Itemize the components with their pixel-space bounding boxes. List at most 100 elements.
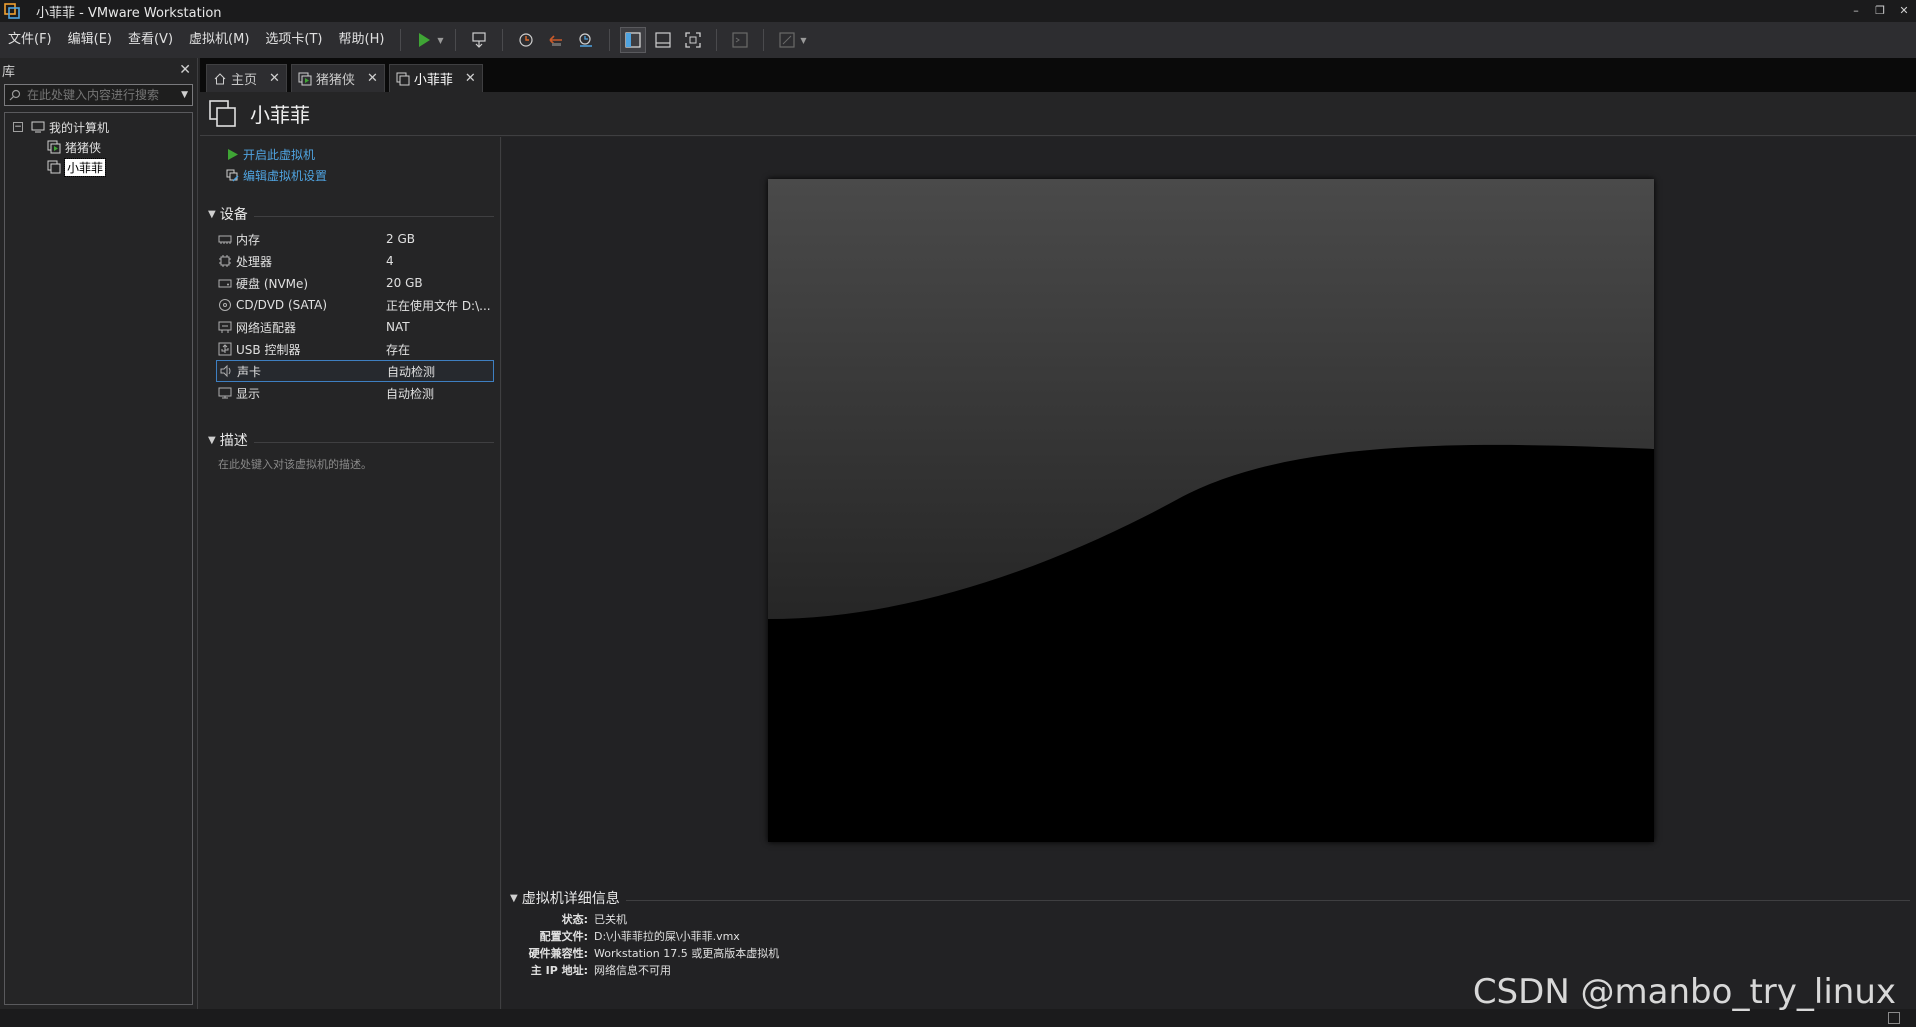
- tree-item-vm[interactable]: 小菲菲: [5, 157, 192, 177]
- tree-item-vm[interactable]: 猪猪侠: [5, 137, 192, 157]
- toolbar-separator: [763, 29, 765, 51]
- divider: [253, 441, 494, 443]
- edit-settings-link[interactable]: 编辑虚拟机设置: [200, 165, 500, 186]
- restore-icon[interactable]: ❐: [1874, 5, 1886, 17]
- device-row-cdrom[interactable]: CD/DVD (SATA) 正在使用文件 D:\...: [216, 294, 494, 316]
- window-title: 小菲菲 - VMware Workstation: [36, 5, 222, 21]
- tab-home[interactable]: 主页 ✕: [206, 64, 287, 92]
- details-section-header[interactable]: ▼ 虚拟机详细信息: [510, 888, 1910, 908]
- console-view-button[interactable]: [727, 27, 753, 53]
- menu-edit[interactable]: 编辑(E): [60, 22, 120, 58]
- device-value: 自动检测: [386, 386, 435, 401]
- device-name: 网络适配器: [236, 320, 297, 335]
- power-on-link[interactable]: 开启此虚拟机: [200, 144, 500, 165]
- edit-settings-icon: [226, 169, 239, 182]
- toolbar-separator: [716, 29, 718, 51]
- menu-help[interactable]: 帮助(H): [331, 22, 393, 58]
- snapshot-manager-button[interactable]: [573, 27, 599, 53]
- watermark: CSDN @manbo_try_linux: [1472, 972, 1896, 1012]
- library-search[interactable]: ▼: [4, 84, 193, 106]
- close-icon[interactable]: ✕: [179, 62, 191, 78]
- tab-strip: 主页 ✕ 猪猪侠 ✕ 小菲菲 ✕: [200, 58, 1916, 92]
- close-icon[interactable]: ✕: [367, 71, 378, 86]
- vm-running-icon: [47, 140, 61, 154]
- collapse-toggle-icon[interactable]: −: [13, 122, 23, 132]
- device-name: 内存: [236, 232, 261, 247]
- tree-item-my-computer[interactable]: − 我的计算机: [5, 117, 192, 137]
- description-section-header[interactable]: ▼ 描述: [208, 430, 494, 450]
- show-library-button[interactable]: [620, 27, 647, 53]
- thumbnail-bar-button[interactable]: [650, 27, 676, 53]
- chevron-down-icon[interactable]: ▼: [181, 90, 188, 100]
- close-icon[interactable]: ✕: [465, 71, 476, 86]
- detail-row-config-file: 配置文件: D:\小菲菲拉的屎\小菲菲.vmx: [510, 927, 1910, 944]
- fullscreen-icon: [685, 32, 702, 48]
- unity-button[interactable]: [774, 27, 800, 53]
- menu-vm[interactable]: 虚拟机(M): [181, 22, 257, 58]
- home-icon: [214, 72, 226, 84]
- devices-section-header[interactable]: ▼ 设备: [208, 204, 494, 224]
- vm-running-icon: [298, 72, 312, 85]
- device-row-cpu[interactable]: 处理器 4: [216, 250, 494, 272]
- unity-dropdown-icon[interactable]: ▼: [800, 36, 810, 45]
- snapshot-revert-icon: [549, 35, 563, 46]
- library-view-icon: [625, 32, 642, 48]
- collapse-triangle-icon: ▼: [510, 892, 518, 904]
- device-row-display[interactable]: 显示 自动检测: [216, 382, 494, 404]
- menu-view[interactable]: 查看(V): [120, 22, 181, 58]
- harddisk-icon: [218, 279, 232, 288]
- power-on-label: 开启此虚拟机: [243, 148, 316, 162]
- fullscreen-button[interactable]: [680, 27, 706, 53]
- tree-label: 我的计算机: [49, 120, 110, 135]
- close-icon[interactable]: ✕: [1898, 5, 1910, 17]
- library-header: 库 ✕: [0, 58, 197, 82]
- device-value: 存在: [386, 342, 411, 357]
- device-value: 正在使用文件 D:\...: [386, 298, 491, 313]
- device-name: 声卡: [237, 364, 262, 379]
- tree-label: 猪猪侠: [65, 140, 102, 155]
- display-icon: [218, 387, 232, 399]
- device-row-usb[interactable]: USB 控制器 存在: [216, 338, 494, 360]
- send-ctrl-alt-del-button[interactable]: [466, 27, 492, 53]
- power-dropdown-icon[interactable]: ▼: [437, 36, 447, 45]
- description-field[interactable]: 在此处键入对该虚拟机的描述。: [218, 456, 500, 472]
- message-log-icon[interactable]: [1888, 1012, 1900, 1024]
- window-controls: – ❐ ✕: [1850, 0, 1910, 22]
- search-input[interactable]: [27, 88, 182, 102]
- device-row-sound[interactable]: 声卡 自动检测: [216, 360, 494, 382]
- tab-label: 猪猪侠: [315, 73, 355, 88]
- revert-snapshot-button[interactable]: [543, 27, 569, 53]
- power-on-button[interactable]: [411, 27, 437, 53]
- device-list: 内存 2 GB 处理器 4 硬盘 (NVMe) 20 GB CD/DVD (SA…: [200, 228, 500, 404]
- device-name: 处理器: [236, 254, 273, 269]
- device-value: 20 GB: [386, 276, 423, 290]
- sound-icon: [220, 364, 231, 378]
- cpu-icon: [219, 255, 231, 267]
- device-row-network[interactable]: 网络适配器 NAT: [216, 316, 494, 338]
- device-value: NAT: [386, 320, 410, 334]
- tab-vm-active[interactable]: 小菲菲 ✕: [388, 64, 483, 92]
- play-icon: [228, 149, 238, 160]
- menu-file[interactable]: 文件(F): [0, 22, 60, 58]
- devices-title: 设备: [219, 207, 248, 223]
- toolbar-separator: [609, 29, 611, 51]
- tab-vm[interactable]: 猪猪侠 ✕: [290, 64, 385, 92]
- take-snapshot-button[interactable]: [513, 27, 539, 53]
- play-icon: [419, 33, 431, 47]
- send-keys-icon: [472, 32, 487, 48]
- toolbar-separator: [502, 29, 504, 51]
- device-name: USB 控制器: [236, 342, 301, 357]
- vm-screen-thumbnail[interactable]: [768, 179, 1654, 842]
- menu-tabs[interactable]: 选项卡(T): [257, 22, 330, 58]
- toolbar-separator: [455, 29, 457, 51]
- detail-key: 主 IP 地址:: [530, 963, 588, 977]
- tab-label: 小菲菲: [413, 73, 453, 88]
- title-bar: 小菲菲 - VMware Workstation – ❐ ✕: [0, 0, 1916, 22]
- device-row-memory[interactable]: 内存 2 GB: [216, 228, 494, 250]
- collapse-triangle-icon: ▼: [208, 434, 216, 446]
- close-icon[interactable]: ✕: [269, 71, 280, 86]
- minimize-icon[interactable]: –: [1850, 5, 1862, 17]
- detail-key: 状态:: [561, 912, 588, 926]
- collapse-triangle-icon: ▼: [208, 208, 216, 220]
- device-row-harddisk[interactable]: 硬盘 (NVMe) 20 GB: [216, 272, 494, 294]
